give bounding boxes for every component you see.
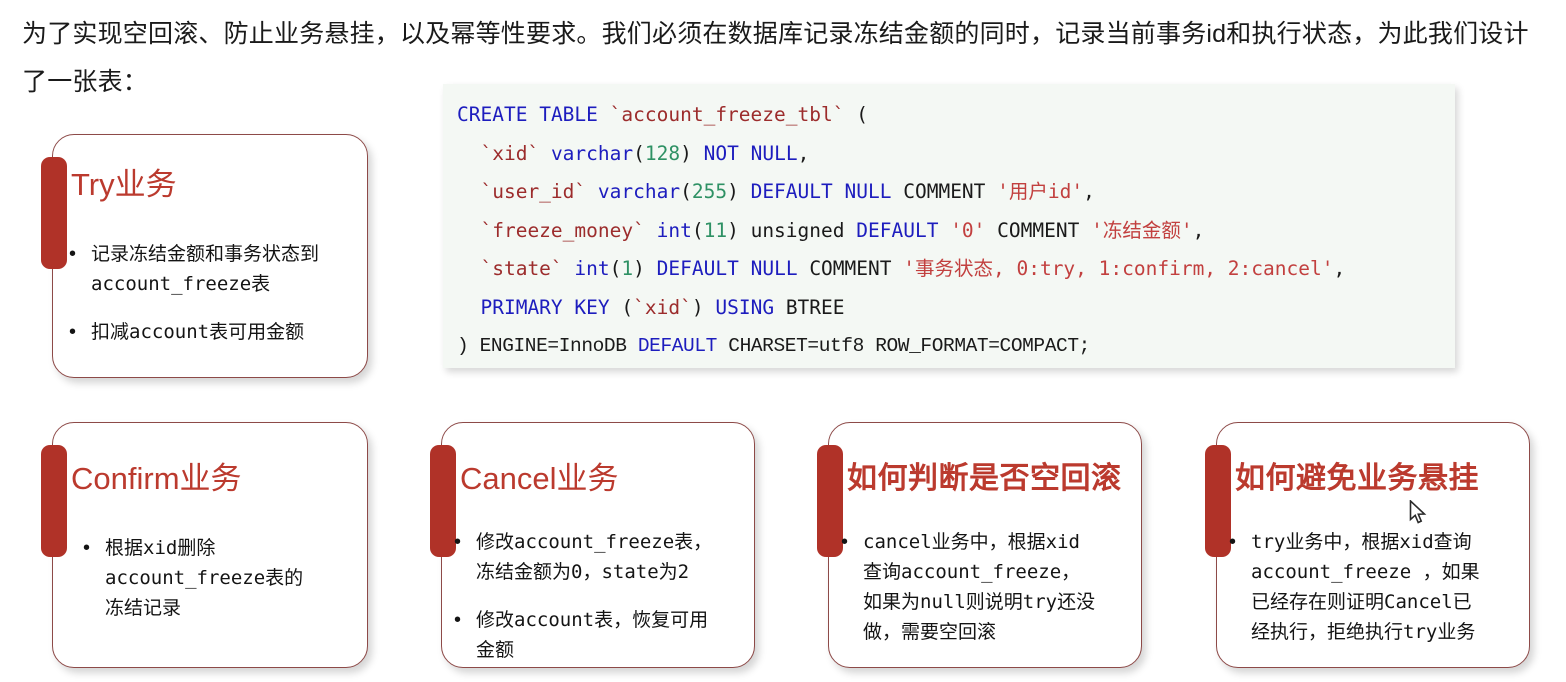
bullet-marker-icon: • (454, 531, 462, 553)
list-item: • 修改account_freeze表， 冻结金额为0，state为2 (454, 527, 746, 587)
card-title: Cancel业务 (460, 461, 619, 496)
list-item-text: 修改account_freeze表， 冻结金额为0，state为2 (476, 531, 713, 583)
bullet-marker-icon: • (841, 531, 849, 553)
list-item: • 扣减account表可用金额 (69, 317, 355, 347)
bullet-marker-icon: • (83, 537, 91, 559)
bullet-marker-icon: • (454, 609, 462, 631)
card-bullet-list: • try业务中，根据xid查询 account_freeze ，如果 已经存在… (1229, 527, 1521, 647)
list-item: • 根据xid删除 account_freeze表的 冻结记录 (83, 533, 357, 623)
card-bullet-list: • cancel业务中，根据xid 查询account_freeze， 如果为n… (841, 527, 1133, 647)
card-title: 如何避免业务悬挂 (1235, 462, 1479, 495)
card-title: Try业务 (71, 167, 177, 202)
bullet-marker-icon: • (69, 243, 77, 265)
list-item-text: cancel业务中，根据xid 查询account_freeze， 如果为nul… (863, 531, 1096, 643)
list-item-text: 根据xid删除 account_freeze表的 冻结记录 (105, 537, 304, 619)
list-item-text: 记录冻结金额和事务状态到 account_freeze表 (91, 243, 320, 295)
list-item: • 修改account表，恢复可用 金额 (454, 605, 746, 665)
card-body: Try业务 • 记录冻结金额和事务状态到 account_freeze表 • 扣… (53, 135, 367, 377)
list-item-text: 扣减account表可用金额 (91, 321, 305, 343)
card-empty-rollback[interactable]: 如何判断是否空回滚 • cancel业务中，根据xid 查询account_fr… (817, 422, 1142, 668)
bullet-marker-icon: • (69, 321, 77, 343)
card-body: Confirm业务 • 根据xid删除 account_freeze表的 冻结记… (53, 423, 367, 667)
card-cancel[interactable]: Cancel业务 • 修改account_freeze表， 冻结金额为0，sta… (430, 422, 755, 668)
card-body: 如何避免业务悬挂 • try业务中，根据xid查询 account_freeze… (1217, 423, 1529, 667)
list-item-text: 修改account表，恢复可用 金额 (476, 609, 709, 661)
card-title: 如何判断是否空回滚 (847, 462, 1122, 495)
card-title: Confirm业务 (71, 461, 242, 496)
code-line: PRIMARY KEY (`xid`) USING BTREE (480, 295, 845, 319)
card-bullet-list: • 记录冻结金额和事务状态到 account_freeze表 • 扣减accou… (69, 239, 355, 347)
list-item: • try业务中，根据xid查询 account_freeze ，如果 已经存在… (1229, 527, 1521, 647)
code-line: ) ENGINE=InnoDB DEFAULT CHARSET=utf8 ROW… (457, 335, 1090, 357)
code-line: `freeze_money` int(11) unsigned DEFAULT … (480, 218, 1205, 242)
card-body: 如何判断是否空回滚 • cancel业务中，根据xid 查询account_fr… (829, 423, 1141, 667)
card-try[interactable]: Try业务 • 记录冻结金额和事务状态到 account_freeze表 • 扣… (41, 134, 368, 378)
code-line: `xid` varchar(128) NOT NULL, (480, 141, 810, 165)
code-line: `state` int(1) DEFAULT NULL COMMENT '事务状… (480, 257, 1346, 280)
card-bullet-list: • 根据xid删除 account_freeze表的 冻结记录 (83, 533, 357, 623)
sql-code-block: CREATE TABLE `account_freeze_tbl` ( `xid… (443, 84, 1455, 368)
card-bullet-list: • 修改account_freeze表， 冻结金额为0，state为2 • 修改… (454, 527, 746, 665)
bullet-marker-icon: • (1229, 531, 1237, 553)
code-line: `user_id` varchar(255) DEFAULT NULL COMM… (480, 180, 1095, 203)
list-item-text: try业务中，根据xid查询 account_freeze ，如果 已经存在则证… (1251, 531, 1480, 643)
list-item: • cancel业务中，根据xid 查询account_freeze， 如果为n… (841, 527, 1133, 647)
card-confirm[interactable]: Confirm业务 • 根据xid删除 account_freeze表的 冻结记… (41, 422, 368, 668)
card-avoid-hanging[interactable]: 如何避免业务悬挂 • try业务中，根据xid查询 account_freeze… (1205, 422, 1530, 668)
card-body: Cancel业务 • 修改account_freeze表， 冻结金额为0，sta… (442, 423, 754, 667)
code-line: CREATE TABLE `account_freeze_tbl` ( (457, 103, 868, 126)
list-item: • 记录冻结金额和事务状态到 account_freeze表 (69, 239, 355, 299)
